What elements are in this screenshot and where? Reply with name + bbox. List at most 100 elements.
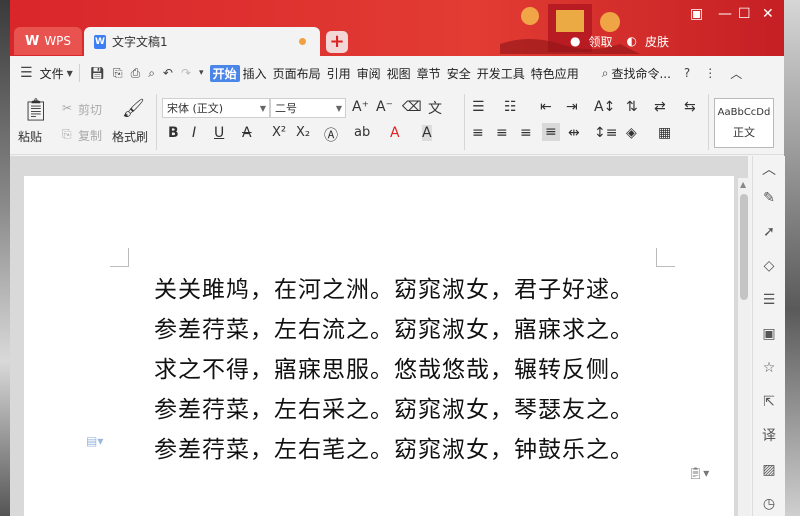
paragraph-line[interactable]: 参差荇菜，左右流之。窈窕淑女，寤寐求之。 [154, 310, 634, 344]
tab-insert[interactable]: 插入 [240, 65, 270, 82]
bullets-icon[interactable]: ☰ [472, 99, 485, 115]
redo-icon[interactable]: ↷ [181, 66, 191, 80]
distributed-align-icon[interactable]: ⇹ [568, 125, 580, 141]
user-icon[interactable]: ● [570, 34, 580, 48]
vertical-scrollbar[interactable]: ▲ [738, 178, 750, 516]
scrollbar-thumb[interactable] [740, 194, 748, 300]
grow-font-icon[interactable]: A⁺ [352, 99, 369, 115]
collapse-ribbon-icon[interactable]: ︿ [730, 65, 742, 82]
copy-button[interactable]: 复制 [78, 127, 102, 144]
tab-view[interactable]: 视图 [384, 65, 414, 82]
paste-button[interactable]: 粘贴 [18, 128, 42, 145]
star-icon[interactable]: ☆ [761, 360, 777, 376]
file-menu-chevron-icon[interactable]: ▼ [67, 69, 73, 78]
shrink-font-icon[interactable]: A⁻ [376, 99, 393, 115]
file-menu[interactable]: 文件 [37, 65, 67, 82]
history-icon[interactable]: ◷ [761, 496, 777, 512]
paragraph-mark-icon[interactable]: ⇄ [654, 99, 666, 115]
font-size-select[interactable]: 二号 ▼ [270, 98, 346, 118]
tab-chapter[interactable]: 章节 [414, 65, 444, 82]
sort-icon[interactable]: ⇅ [626, 99, 638, 115]
decrease-indent-icon[interactable]: ⇤ [540, 99, 552, 115]
highlight-icon[interactable]: ab [354, 125, 370, 140]
document-page[interactable]: 关关雎鸠，在河之洲。窈窕淑女，君子好逑。 参差荇菜，左右流之。窈窕淑女，寤寐求之… [24, 176, 734, 516]
subscript-icon[interactable]: X₂ [296, 125, 310, 140]
shapes-icon[interactable]: ◇ [761, 258, 777, 274]
skin-icon[interactable]: ◐ [627, 34, 637, 48]
close-icon[interactable]: ✕ [762, 6, 774, 22]
shading-icon[interactable]: ◈ [626, 125, 637, 141]
cut-button[interactable]: 剪切 [78, 101, 102, 118]
bold-icon[interactable]: B [168, 125, 179, 141]
hamburger-icon[interactable]: ☰ [20, 65, 33, 81]
paragraph-line[interactable]: 求之不得，寤寐思服。悠哉悠哉，辗转反侧。 [154, 350, 634, 384]
format-painter-icon[interactable]: 🖌︎ [122, 98, 145, 119]
more-icon[interactable]: ⋮ [704, 66, 716, 80]
font-name-select[interactable]: 宋体 (正文) ▼ [162, 98, 270, 118]
print-icon[interactable]: ⎙ [131, 66, 141, 81]
tab-security[interactable]: 安全 [444, 65, 474, 82]
tab-review[interactable]: 审阅 [354, 65, 384, 82]
copy-icon[interactable]: ⎘ [62, 127, 72, 142]
print-preview-icon[interactable]: ⌕ [148, 66, 155, 81]
maximize-icon[interactable]: ☐ [738, 6, 751, 22]
select-pointer-icon[interactable]: ➚ [761, 224, 777, 240]
export-pdf-icon[interactable]: ⎘ [113, 66, 123, 81]
text-direction-icon[interactable]: A↕ [594, 99, 615, 115]
new-tab-button[interactable]: + [326, 31, 348, 53]
wps-home-tab[interactable]: W WPS [14, 27, 82, 55]
window-list-icon[interactable]: ▣ [690, 6, 703, 22]
tab-references[interactable]: 引用 [324, 65, 354, 82]
italic-icon[interactable]: I [192, 125, 196, 141]
borders-icon[interactable]: ▦ [658, 125, 671, 141]
undo-icon[interactable]: ↶ [163, 66, 173, 80]
scroll-up-icon[interactable]: ▲ [740, 180, 746, 189]
increase-indent-icon[interactable]: ⇥ [566, 99, 578, 115]
translate-icon[interactable]: 译 [761, 428, 777, 444]
adjust-sliders-icon[interactable]: ☰ [761, 292, 777, 308]
cut-icon[interactable]: ✂ [62, 101, 72, 115]
paragraph-layout-icon[interactable]: ▤▾ [86, 434, 103, 448]
document-tab[interactable]: W 文字文稿1 [84, 27, 320, 56]
paragraph-line[interactable]: 关关雎鸠，在河之洲。窈窕淑女，君子好逑。 [154, 270, 634, 304]
character-shading-icon[interactable]: A [422, 125, 432, 141]
tab-featured-apps[interactable]: 特色应用 [528, 65, 582, 82]
command-search[interactable]: 查找命令... [608, 65, 673, 82]
document-assistant-icon[interactable]: ▣ [761, 326, 777, 342]
align-justify-icon[interactable]: ≡ [542, 123, 560, 141]
collapse-sidebar-icon[interactable]: ︿ [761, 162, 777, 178]
strikethrough-icon[interactable]: A [242, 125, 252, 141]
ribbon-separator [156, 94, 157, 150]
line-spacing-icon[interactable]: ↕≡ [594, 125, 617, 141]
tab-developer[interactable]: 开发工具 [474, 65, 528, 82]
phonetic-guide-icon[interactable]: 文 [428, 98, 442, 118]
paste-options-icon[interactable]: 📋︎▾ [688, 466, 709, 480]
font-color-icon[interactable]: A [390, 125, 400, 141]
edit-pen-icon[interactable]: ✎ [761, 190, 777, 206]
format-painter-button[interactable]: 格式刷 [112, 128, 148, 145]
share-icon[interactable]: ⇱ [761, 394, 777, 410]
align-right-icon[interactable]: ≡ [520, 125, 532, 141]
user-label[interactable]: 领取 [588, 33, 612, 50]
tab-home[interactable]: 开始 [209, 64, 240, 82]
style-normal[interactable]: AaBbCcDd 正文 [714, 98, 774, 148]
minimize-icon[interactable]: — [718, 6, 732, 22]
save-icon[interactable]: 💾︎ [90, 66, 105, 80]
paste-icon[interactable]: 📋︎ [22, 98, 50, 123]
paragraph-line[interactable]: 参差荇菜，左右采之。窈窕淑女，琴瑟友之。 [154, 390, 634, 424]
skin-button[interactable]: 皮肤 [645, 33, 669, 50]
underline-icon[interactable]: U [214, 125, 224, 141]
search-icon[interactable]: ⌕ [602, 66, 609, 81]
help-icon[interactable]: ? [684, 66, 690, 80]
paragraph-line[interactable]: 参差荇菜，左右芼之。窈窕淑女，钟鼓乐之。 [154, 430, 634, 464]
tab-stop-icon[interactable]: ⇆ [684, 99, 696, 115]
superscript-icon[interactable]: X² [272, 125, 286, 140]
image-icon[interactable]: ▨ [761, 462, 777, 478]
align-center-icon[interactable]: ≡ [496, 125, 508, 141]
text-effect-icon[interactable]: Ⓐ [324, 125, 338, 145]
quick-access-chevron-icon[interactable]: ▾ [199, 68, 204, 78]
align-left-icon[interactable]: ≡ [472, 125, 484, 141]
clear-format-icon[interactable]: ⌫ [402, 99, 422, 115]
tab-page-layout[interactable]: 页面布局 [270, 65, 324, 82]
numbering-icon[interactable]: ☷ [504, 99, 517, 115]
